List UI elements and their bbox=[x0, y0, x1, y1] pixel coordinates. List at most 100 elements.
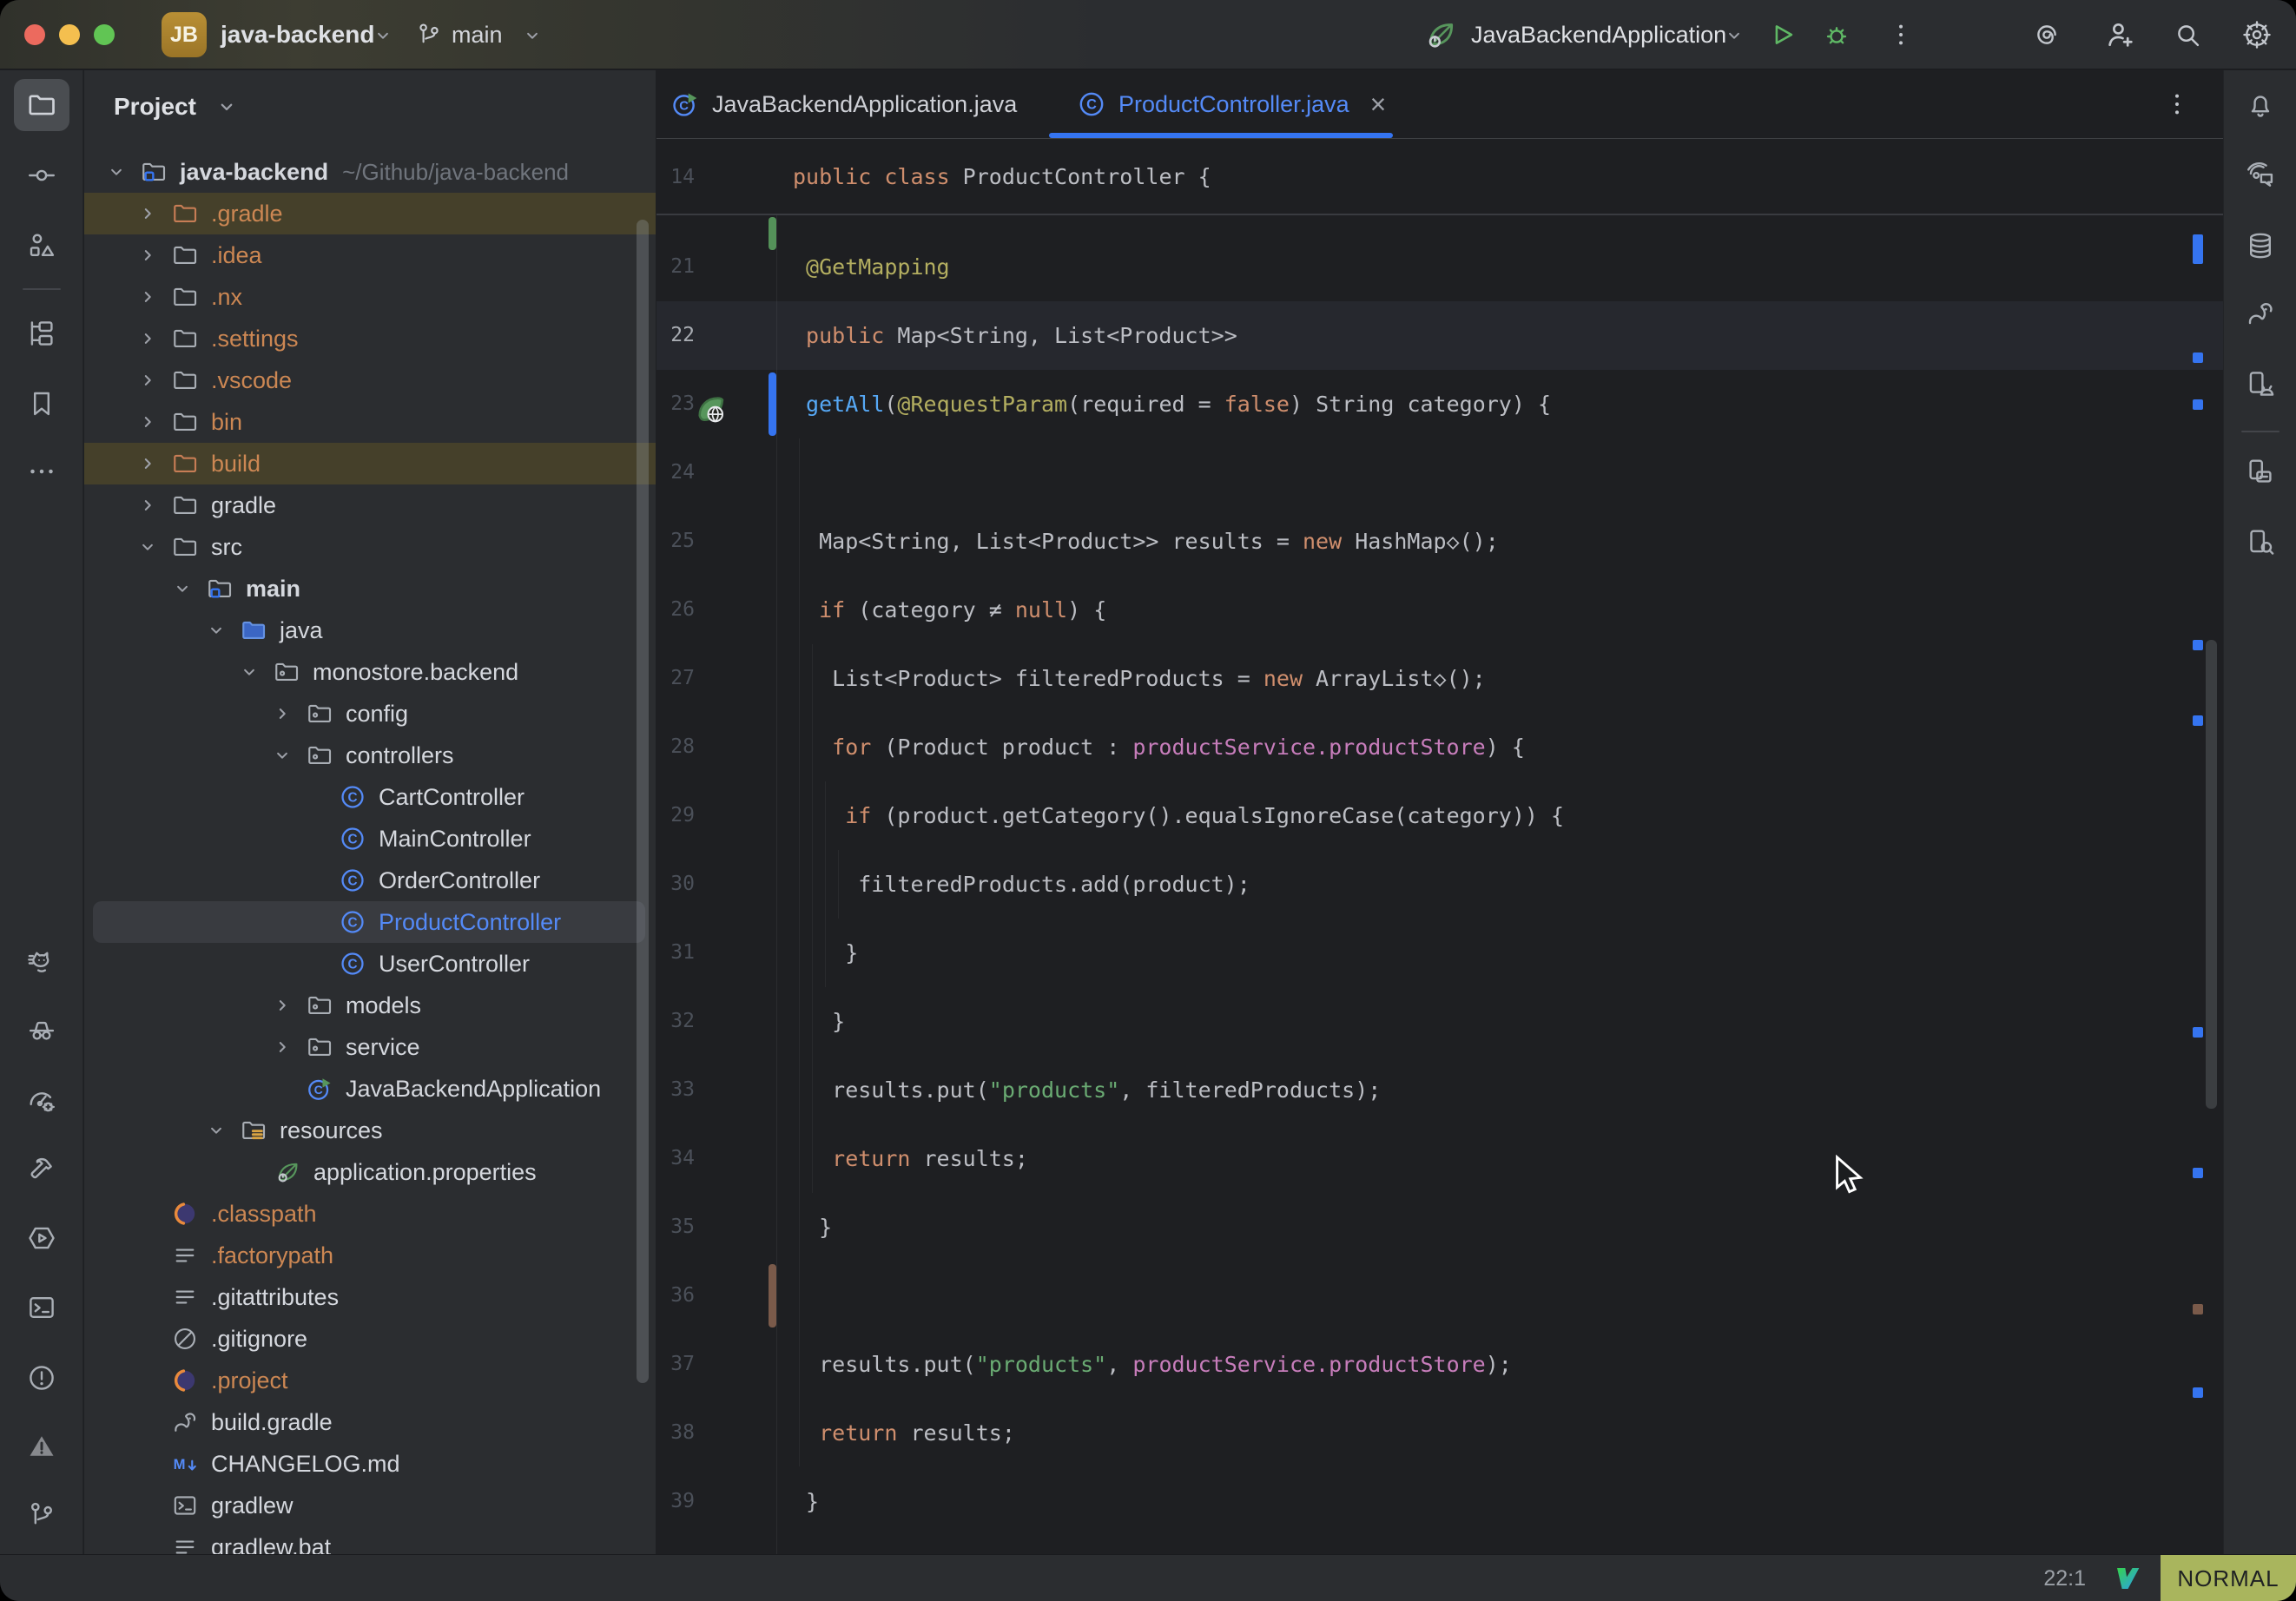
tool-stripe-database-button[interactable] bbox=[2233, 220, 2288, 272]
code-line-37[interactable]: 37results.put("products", productService… bbox=[656, 1330, 2223, 1399]
chevron-down-icon[interactable] bbox=[238, 661, 261, 683]
run-configuration-selector[interactable]: JavaBackendApplication bbox=[1471, 0, 1726, 69]
code-line-31[interactable]: 31} bbox=[656, 919, 2223, 987]
tree-item--project[interactable]: .project bbox=[84, 1360, 656, 1401]
code-line-29[interactable]: 29if (product.getCategory().equalsIgnore… bbox=[656, 781, 2223, 850]
tree-item-build-gradle[interactable]: build.gradle bbox=[84, 1401, 656, 1443]
tool-stripe-incognito-button[interactable] bbox=[14, 1003, 69, 1055]
code-line-36[interactable]: 36 bbox=[656, 1262, 2223, 1330]
tool-stripe-terminal-button[interactable] bbox=[14, 1281, 69, 1334]
project-selector[interactable]: java-backend bbox=[221, 0, 374, 69]
editor-scrollbar[interactable] bbox=[2206, 640, 2217, 1109]
chevron-right-icon[interactable] bbox=[271, 994, 294, 1017]
tree-item-bin[interactable]: bin bbox=[84, 401, 656, 443]
tool-stripe-notifications-bell-button[interactable] bbox=[2233, 79, 2288, 131]
tree-item--settings[interactable]: .settings bbox=[84, 318, 656, 359]
tool-stripe-modules-button[interactable] bbox=[14, 307, 69, 359]
tool-stripe-profiler-button[interactable] bbox=[14, 1075, 69, 1127]
tree-item-models[interactable]: models bbox=[84, 985, 656, 1026]
tree-item--gitattributes[interactable]: .gitattributes bbox=[84, 1276, 656, 1318]
tree-item-config[interactable]: config bbox=[84, 693, 656, 735]
vim-mode-badge[interactable]: NORMAL bbox=[2161, 1555, 2296, 1601]
tree-item-gradle[interactable]: gradle bbox=[84, 484, 656, 526]
tool-stripe-problems-button[interactable] bbox=[14, 1352, 69, 1404]
tree-item-gradlew-bat[interactable]: gradlew.bat bbox=[84, 1526, 656, 1554]
code-line-30[interactable]: 30filteredProducts.add(product); bbox=[656, 850, 2223, 919]
chevron-right-icon[interactable] bbox=[136, 327, 159, 350]
debug-button[interactable] bbox=[1822, 20, 1851, 49]
tree-item-maincontroller[interactable]: CMainController bbox=[84, 818, 656, 860]
chevron-right-icon[interactable] bbox=[136, 286, 159, 308]
code-line-35[interactable]: 35} bbox=[656, 1193, 2223, 1262]
chevron-down-icon[interactable] bbox=[205, 619, 228, 642]
tree-item-gradlew[interactable]: gradlew bbox=[84, 1485, 656, 1526]
tree-item-java[interactable]: java bbox=[84, 609, 656, 651]
code-line-23[interactable]: 23getAll(@RequestParam(required = false)… bbox=[656, 370, 2223, 438]
tree-item-main[interactable]: main bbox=[84, 568, 656, 609]
tab-options-kebab-icon[interactable] bbox=[2162, 89, 2192, 119]
tool-stripe-project-folder-button[interactable] bbox=[14, 79, 69, 131]
project-tree-scrollbar[interactable] bbox=[637, 220, 649, 1383]
tool-stripe-build-hammer-button[interactable] bbox=[14, 1143, 69, 1196]
tree-item-service[interactable]: service bbox=[84, 1026, 656, 1068]
tree-item-controllers[interactable]: controllers bbox=[84, 735, 656, 776]
window-maximize-button[interactable] bbox=[94, 24, 115, 45]
tool-stripe-services-button[interactable] bbox=[14, 1212, 69, 1264]
code-editor[interactable]: 21@GetMapping22public Map<String, List<P… bbox=[656, 139, 2223, 1554]
code-line-33[interactable]: 33results.put("products", filteredProduc… bbox=[656, 1056, 2223, 1124]
sticky-header-line[interactable]: 14public class ProductController { bbox=[656, 139, 2223, 215]
tool-stripe-warnings-button[interactable] bbox=[14, 1420, 69, 1473]
tool-stripe-device-manager-button[interactable] bbox=[2233, 358, 2288, 410]
tool-stripe-ai-cat-button[interactable] bbox=[14, 936, 69, 988]
tree-item-cartcontroller[interactable]: CCartController bbox=[84, 776, 656, 818]
code-line-32[interactable]: 32} bbox=[656, 987, 2223, 1056]
tab-javabackendapplication[interactable]: C JavaBackendApplication.java bbox=[670, 70, 1017, 138]
tool-stripe-more-ellipsis-button[interactable] bbox=[14, 445, 69, 497]
chevron-right-icon[interactable] bbox=[136, 494, 159, 517]
search-everywhere-icon[interactable] bbox=[2173, 20, 2202, 49]
tab-close-icon[interactable]: × bbox=[1370, 89, 1387, 121]
project-panel-title[interactable]: Project bbox=[114, 82, 196, 131]
tab-productcontroller[interactable]: C ProductController.java × bbox=[1077, 70, 1386, 138]
tool-stripe-structure-button[interactable] bbox=[14, 220, 69, 272]
chevron-right-icon[interactable] bbox=[136, 244, 159, 267]
chevron-down-icon[interactable] bbox=[271, 744, 294, 767]
code-line-24[interactable]: 24 bbox=[656, 438, 2223, 507]
code-line-39[interactable]: 39} bbox=[656, 1467, 2223, 1536]
chevron-down-icon[interactable] bbox=[105, 161, 128, 183]
tree-item--vscode[interactable]: .vscode bbox=[84, 359, 656, 401]
tree-item-resources[interactable]: resources bbox=[84, 1110, 656, 1151]
tree-item-build[interactable]: build bbox=[84, 443, 656, 484]
code-with-me-icon[interactable] bbox=[2103, 18, 2136, 51]
window-minimize-button[interactable] bbox=[59, 24, 80, 45]
tool-stripe-device-file-search-button[interactable] bbox=[2233, 516, 2288, 568]
tree-item--gradle[interactable]: .gradle bbox=[84, 193, 656, 234]
project-avatar[interactable]: JB bbox=[162, 12, 207, 57]
tree-item-productcontroller[interactable]: CProductController bbox=[84, 901, 656, 943]
chevron-down-icon[interactable] bbox=[205, 1119, 228, 1142]
chevron-right-icon[interactable] bbox=[136, 452, 159, 475]
chevron-right-icon[interactable] bbox=[271, 702, 294, 725]
tree-item-application-properties[interactable]: application.properties bbox=[84, 1151, 656, 1193]
tree-item--gitignore[interactable]: .gitignore bbox=[84, 1318, 656, 1360]
tool-stripe-gradle-elephant-button[interactable] bbox=[2233, 287, 2288, 339]
tool-stripe-running-devices-button[interactable] bbox=[2233, 445, 2288, 497]
run-button[interactable] bbox=[1768, 20, 1798, 49]
tree-item-src[interactable]: src bbox=[84, 526, 656, 568]
code-line-22[interactable]: 22public Map<String, List<Product>> bbox=[656, 301, 2223, 370]
chevron-right-icon[interactable] bbox=[271, 1036, 294, 1058]
tree-item-changelog-md[interactable]: MCHANGELOG.md bbox=[84, 1443, 656, 1485]
tree-item-java-backend[interactable]: java-backend~/Github/java-backend bbox=[84, 151, 656, 193]
more-actions-button[interactable] bbox=[1886, 20, 1916, 49]
chevron-down-icon[interactable] bbox=[136, 536, 159, 558]
code-line-27[interactable]: 27List<Product> filteredProducts = new A… bbox=[656, 644, 2223, 713]
tool-stripe-git-branch-button[interactable] bbox=[14, 1489, 69, 1541]
tool-stripe-commit-button[interactable] bbox=[14, 149, 69, 201]
ai-assistant-icon[interactable] bbox=[2032, 20, 2062, 49]
branch-selector[interactable]: main bbox=[452, 0, 503, 69]
code-line-34[interactable]: 34return results; bbox=[656, 1124, 2223, 1193]
tree-item--classpath[interactable]: .classpath bbox=[84, 1193, 656, 1235]
code-line-25[interactable]: 25Map<String, List<Product>> results = n… bbox=[656, 507, 2223, 576]
chevron-right-icon[interactable] bbox=[136, 411, 159, 433]
tool-stripe-ai-assistant-chat-button[interactable] bbox=[2233, 149, 2288, 201]
